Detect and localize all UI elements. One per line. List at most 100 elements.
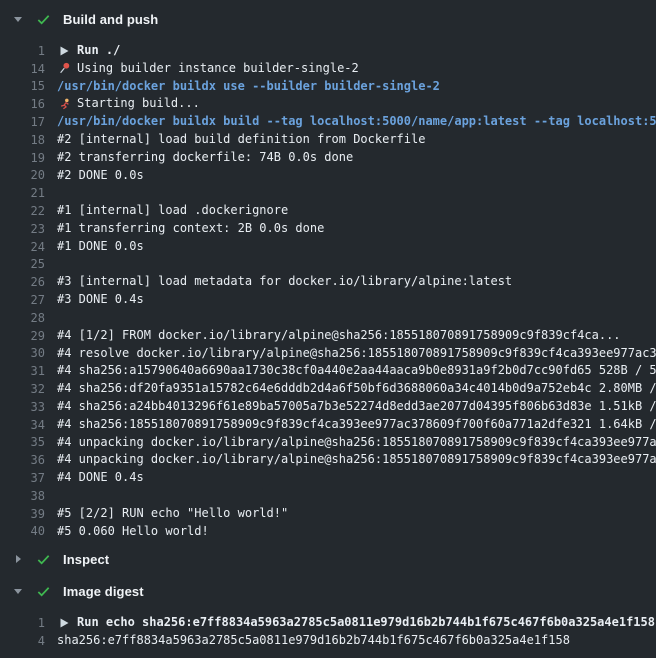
line-number[interactable]: 28	[0, 311, 57, 325]
line-number[interactable]: 22	[0, 204, 57, 218]
log-text: Run ./	[77, 42, 120, 60]
log-line[interactable]: 1 Run echo sha256:e7ff8834a5963a2785c5a08…	[0, 614, 656, 632]
play-icon[interactable]	[57, 616, 71, 630]
log-text: #2 DONE 0.0s	[57, 167, 144, 185]
line-number[interactable]: 18	[0, 133, 57, 147]
line-number[interactable]: 39	[0, 507, 57, 521]
line-number[interactable]: 24	[0, 240, 57, 254]
line-number[interactable]: 1	[0, 44, 57, 58]
check-icon	[35, 12, 51, 27]
log-lines: 1 Run ./14Using builder instance builder-…	[0, 42, 656, 540]
log-line[interactable]: 30#4 resolve docker.io/library/alpine@sh…	[0, 345, 656, 363]
line-number[interactable]: 14	[0, 62, 57, 76]
line-number[interactable]: 23	[0, 222, 57, 236]
line-number[interactable]: 25	[0, 257, 57, 271]
log-line[interactable]: 16 Starting build...	[0, 95, 656, 113]
line-number[interactable]: 31	[0, 364, 57, 378]
log-line[interactable]: 20#2 DONE 0.0s	[0, 167, 656, 185]
log-text: #4 unpacking docker.io/library/alpine@sh…	[57, 434, 656, 452]
log-text: #4 resolve docker.io/library/alpine@sha2…	[57, 345, 656, 363]
log-lines: 1 Run echo sha256:e7ff8834a5963a2785c5a08…	[0, 614, 656, 650]
line-number[interactable]: 21	[0, 186, 57, 200]
log-line[interactable]: 1 Run ./	[0, 42, 656, 60]
log-line[interactable]: 26#3 [internal] load metadata for docker…	[0, 273, 656, 291]
log-line[interactable]: 35#4 unpacking docker.io/library/alpine@…	[0, 434, 656, 452]
line-number[interactable]: 17	[0, 115, 57, 129]
line-number[interactable]: 36	[0, 453, 57, 467]
log-text: #5 0.060 Hello world!	[57, 523, 209, 541]
section-title: Build and push	[63, 12, 158, 27]
log-section-image-digest: Image digest 1 Run echo sha256:e7ff8834a59…	[0, 580, 656, 650]
log-line[interactable]: 19#2 transferring dockerfile: 74B 0.0s d…	[0, 149, 656, 167]
log-text: #3 DONE 0.4s	[57, 291, 144, 309]
log-line[interactable]: 14Using builder instance builder-single-…	[0, 60, 656, 78]
log-line[interactable]: 38	[0, 487, 656, 505]
line-number[interactable]: 40	[0, 524, 57, 538]
line-number[interactable]: 37	[0, 471, 57, 485]
log-text: #1 DONE 0.0s	[57, 238, 144, 256]
log-line[interactable]: 22#1 [internal] load .dockerignore	[0, 202, 656, 220]
chevron-down-icon[interactable]	[10, 14, 26, 24]
log-line[interactable]: 31#4 sha256:a15790640a6690aa1730c38cf0a4…	[0, 362, 656, 380]
log-section-build-and-push: Build and push 1 Run ./14Using builder ins…	[0, 8, 656, 540]
line-number[interactable]: 16	[0, 97, 57, 111]
play-icon[interactable]	[57, 44, 71, 58]
log-line[interactable]: 40#5 0.060 Hello world!	[0, 523, 656, 541]
line-number[interactable]: 27	[0, 293, 57, 307]
log-text: #4 sha256:df20fa9351a15782c64e6dddb2d4a6…	[57, 380, 656, 398]
log-line[interactable]: 15/usr/bin/docker buildx use --builder b…	[0, 78, 656, 96]
log-text: #1 transferring context: 2B 0.0s done	[57, 220, 324, 238]
log-line[interactable]: 24#1 DONE 0.0s	[0, 238, 656, 256]
pushpin-icon	[57, 62, 71, 76]
section-header-image-digest[interactable]: Image digest	[0, 580, 656, 602]
log-section-inspect: Inspect	[0, 548, 656, 570]
section-title: Inspect	[63, 552, 109, 567]
log-line[interactable]: 27#3 DONE 0.4s	[0, 291, 656, 309]
log-line[interactable]: 39#5 [2/2] RUN echo "Hello world!"	[0, 505, 656, 523]
line-number[interactable]: 38	[0, 489, 57, 503]
line-number[interactable]: 29	[0, 329, 57, 343]
line-number[interactable]: 33	[0, 400, 57, 414]
line-number[interactable]: 35	[0, 435, 57, 449]
log-line[interactable]: 25	[0, 256, 656, 274]
log-text: Run echo sha256:e7ff8834a5963a2785c5a081…	[77, 614, 655, 632]
line-number[interactable]: 1	[0, 616, 57, 630]
log-line[interactable]: 17/usr/bin/docker buildx build --tag loc…	[0, 113, 656, 131]
log-text: #2 [internal] load build definition from…	[57, 131, 425, 149]
line-number[interactable]: 32	[0, 382, 57, 396]
line-number[interactable]: 19	[0, 151, 57, 165]
log-text: #5 [2/2] RUN echo "Hello world!"	[57, 505, 288, 523]
line-number[interactable]: 34	[0, 418, 57, 432]
line-number[interactable]: 30	[0, 346, 57, 360]
log-line[interactable]: 23#1 transferring context: 2B 0.0s done	[0, 220, 656, 238]
line-number[interactable]: 15	[0, 79, 57, 93]
log-line[interactable]: 36#4 unpacking docker.io/library/alpine@…	[0, 451, 656, 469]
log-line[interactable]: 29#4 [1/2] FROM docker.io/library/alpine…	[0, 327, 656, 345]
log-text: sha256:e7ff8834a5963a2785c5a0811e979d16b…	[57, 632, 570, 650]
log-text: #4 sha256:a15790640a6690aa1730c38cf0a440…	[57, 362, 656, 380]
workflow-log-viewer: Build and push 1 Run ./14Using builder ins…	[0, 0, 656, 658]
log-text: Starting build...	[77, 95, 200, 113]
log-line[interactable]: 18#2 [internal] load build definition fr…	[0, 131, 656, 149]
log-text: #4 unpacking docker.io/library/alpine@sh…	[57, 451, 656, 469]
log-text: #4 sha256:185518070891758909c9f839cf4ca3…	[57, 416, 656, 434]
section-header-build-and-push[interactable]: Build and push	[0, 8, 656, 30]
line-number[interactable]: 26	[0, 275, 57, 289]
chevron-down-icon[interactable]	[10, 586, 26, 596]
log-line[interactable]: 33#4 sha256:a24bb4013296f61e89ba57005a7b…	[0, 398, 656, 416]
line-number[interactable]: 4	[0, 634, 57, 648]
section-title: Image digest	[63, 584, 144, 599]
log-line[interactable]: 28	[0, 309, 656, 327]
log-text: #2 transferring dockerfile: 74B 0.0s don…	[57, 149, 353, 167]
log-line[interactable]: 21	[0, 184, 656, 202]
log-line[interactable]: 37#4 DONE 0.4s	[0, 469, 656, 487]
line-number[interactable]: 20	[0, 168, 57, 182]
log-line[interactable]: 32#4 sha256:df20fa9351a15782c64e6dddb2d4…	[0, 380, 656, 398]
log-text: #4 DONE 0.4s	[57, 469, 144, 487]
chevron-right-icon[interactable]	[10, 554, 26, 564]
log-text: #1 [internal] load .dockerignore	[57, 202, 288, 220]
log-line[interactable]: 4sha256:e7ff8834a5963a2785c5a0811e979d16…	[0, 632, 656, 650]
section-header-inspect[interactable]: Inspect	[0, 548, 656, 570]
log-line[interactable]: 34#4 sha256:185518070891758909c9f839cf4c…	[0, 416, 656, 434]
log-text: #3 [internal] load metadata for docker.i…	[57, 273, 512, 291]
